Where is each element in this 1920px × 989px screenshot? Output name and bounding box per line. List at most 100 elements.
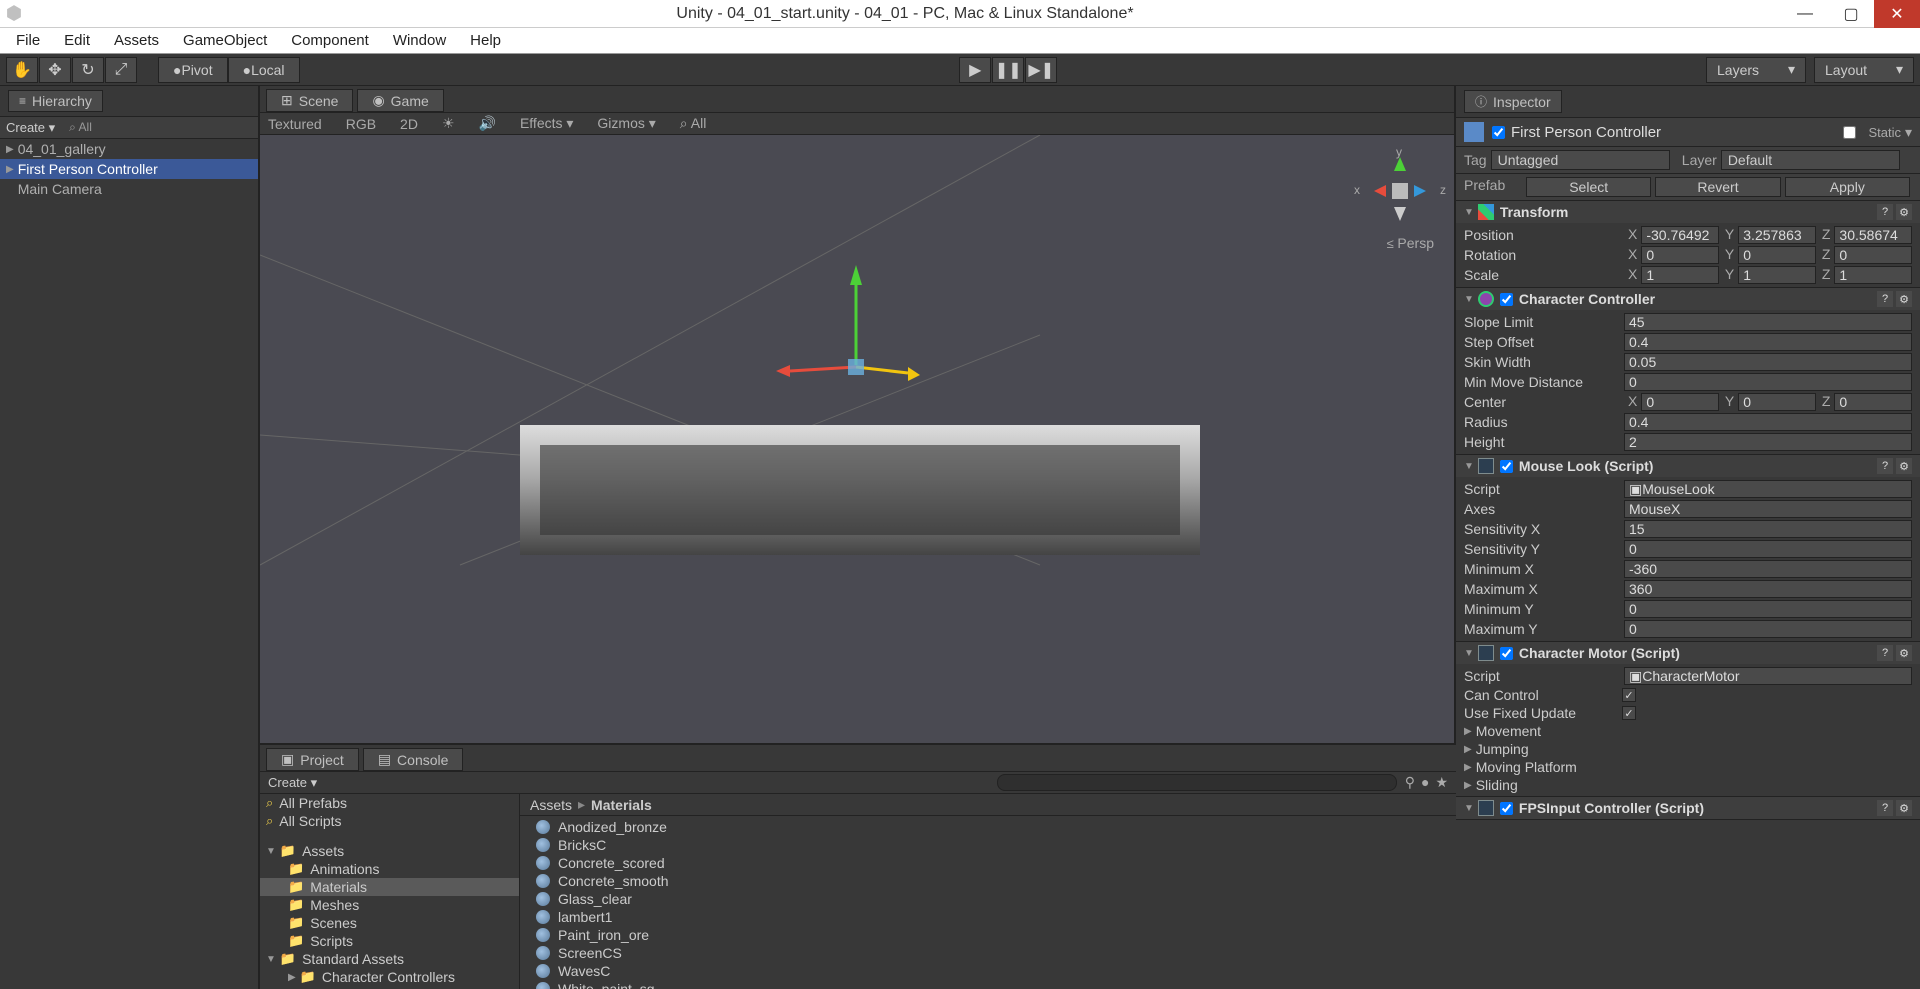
component-enabled-checkbox[interactable] xyxy=(1500,293,1513,306)
project-search-input[interactable] xyxy=(997,774,1397,791)
gizmos-dropdown[interactable]: Gizmos ▾ xyxy=(597,115,655,132)
skin-width-field[interactable]: 0.05 xyxy=(1624,353,1912,371)
effects-dropdown[interactable]: Effects ▾ xyxy=(520,115,573,132)
collapse-icon[interactable]: ▼ xyxy=(1464,803,1474,814)
close-button[interactable]: ✕ xyxy=(1874,0,1920,28)
pivot-toggle[interactable]: ● Pivot xyxy=(158,57,228,83)
folder-meshes[interactable]: 📁Meshes xyxy=(260,896,519,914)
rotation-y-field[interactable]: 0 xyxy=(1738,246,1816,264)
movement-foldout[interactable]: Movement xyxy=(1476,723,1541,739)
console-tab[interactable]: ▤Console xyxy=(363,748,464,771)
local-toggle[interactable]: ● Local xyxy=(228,57,300,83)
center-y-field[interactable]: 0 xyxy=(1738,393,1816,411)
scene-tab[interactable]: ⊞Scene xyxy=(266,89,353,112)
asset-item[interactable]: WavesC xyxy=(530,962,1446,980)
script-field[interactable]: ▣ MouseLook xyxy=(1624,480,1912,498)
gear-icon[interactable]: ⚙ xyxy=(1896,204,1912,220)
filter-prefabs[interactable]: ⌕All Prefabs xyxy=(260,794,519,812)
hierarchy-create-dropdown[interactable]: Create ▾ xyxy=(6,120,55,136)
help-icon[interactable]: ? xyxy=(1877,645,1893,661)
hierarchy-search[interactable]: ⌕ All xyxy=(69,120,92,135)
scale-tool-button[interactable]: ⤢ xyxy=(105,57,137,83)
can-control-checkbox[interactable]: ✓ xyxy=(1622,688,1636,702)
folder-materials[interactable]: 📁Materials xyxy=(260,878,519,896)
light-icon[interactable]: ☀ xyxy=(442,115,455,132)
menu-edit[interactable]: Edit xyxy=(52,28,102,53)
asset-item[interactable]: Glass_clear xyxy=(530,890,1446,908)
rotate-tool-button[interactable]: ↻ xyxy=(72,57,104,83)
collapse-icon[interactable]: ▼ xyxy=(1464,294,1474,305)
max-x-field[interactable]: 360 xyxy=(1624,580,1912,598)
scale-z-field[interactable]: 1 xyxy=(1834,266,1912,284)
audio-icon[interactable]: 🔊 xyxy=(479,115,496,132)
2d-toggle[interactable]: 2D xyxy=(400,116,418,132)
object-enabled-checkbox[interactable] xyxy=(1492,126,1505,139)
scale-x-field[interactable]: 1 xyxy=(1641,266,1719,284)
menu-help[interactable]: Help xyxy=(458,28,513,53)
radius-field[interactable]: 0.4 xyxy=(1624,413,1912,431)
gear-icon[interactable]: ⚙ xyxy=(1896,645,1912,661)
static-checkbox[interactable] xyxy=(1843,126,1856,139)
menu-window[interactable]: Window xyxy=(381,28,458,53)
scale-y-field[interactable]: 1 xyxy=(1738,266,1816,284)
expand-icon[interactable]: ▶ xyxy=(6,164,14,175)
help-icon[interactable]: ? xyxy=(1877,291,1893,307)
position-z-field[interactable]: 30.58674 xyxy=(1834,226,1912,244)
position-y-field[interactable]: 3.257863 xyxy=(1738,226,1816,244)
gear-icon[interactable]: ⚙ xyxy=(1896,800,1912,816)
search-filter-button[interactable]: ★ xyxy=(1435,774,1448,791)
layer-dropdown[interactable]: Default xyxy=(1721,150,1900,170)
min-y-field[interactable]: 0 xyxy=(1624,600,1912,618)
step-button[interactable]: ▶❚ xyxy=(1025,57,1057,83)
component-enabled-checkbox[interactable] xyxy=(1500,460,1513,473)
minimize-button[interactable]: — xyxy=(1782,0,1828,28)
folder-assets[interactable]: ▼📁Assets xyxy=(260,842,519,860)
inspector-tab[interactable]: ⓘInspector xyxy=(1464,90,1562,113)
folder-animations[interactable]: 📁Animations xyxy=(260,860,519,878)
menu-assets[interactable]: Assets xyxy=(102,28,171,53)
hierarchy-tab[interactable]: ≡Hierarchy xyxy=(8,90,103,112)
game-tab[interactable]: ◉Game xyxy=(357,89,443,112)
help-icon[interactable]: ? xyxy=(1877,800,1893,816)
render-mode-dropdown[interactable]: RGB xyxy=(346,116,376,132)
expand-icon[interactable]: ▶ xyxy=(6,144,14,155)
search-filter-button[interactable]: ● xyxy=(1421,774,1429,790)
filter-scripts[interactable]: ⌕All Scripts xyxy=(260,812,519,830)
gear-icon[interactable]: ⚙ xyxy=(1896,291,1912,307)
project-tab[interactable]: ▣Project xyxy=(266,748,359,771)
jumping-foldout[interactable]: Jumping xyxy=(1476,741,1529,757)
prefab-revert-button[interactable]: Revert xyxy=(1655,177,1780,197)
menu-file[interactable]: File xyxy=(4,28,52,53)
collapse-icon[interactable]: ▼ xyxy=(1464,207,1474,218)
sensitivity-y-field[interactable]: 0 xyxy=(1624,540,1912,558)
breadcrumb-assets[interactable]: Assets xyxy=(530,797,572,813)
script-field[interactable]: ▣ CharacterMotor xyxy=(1624,667,1912,685)
collapse-icon[interactable]: ▼ xyxy=(1464,648,1474,659)
min-x-field[interactable]: -360 xyxy=(1624,560,1912,578)
play-button[interactable]: ▶ xyxy=(959,57,991,83)
component-enabled-checkbox[interactable] xyxy=(1500,802,1513,815)
project-create-dropdown[interactable]: Create ▾ xyxy=(260,773,325,793)
layers-dropdown[interactable]: Layers▾ xyxy=(1706,57,1806,83)
help-icon[interactable]: ? xyxy=(1877,204,1893,220)
asset-item[interactable]: Paint_iron_ore xyxy=(530,926,1446,944)
help-icon[interactable]: ? xyxy=(1877,458,1893,474)
rotation-z-field[interactable]: 0 xyxy=(1834,246,1912,264)
asset-item[interactable]: BricksC xyxy=(530,836,1446,854)
asset-item[interactable]: Concrete_smooth xyxy=(530,872,1446,890)
gear-icon[interactable]: ⚙ xyxy=(1896,458,1912,474)
breadcrumb-materials[interactable]: Materials xyxy=(591,797,652,813)
asset-item[interactable]: White_paint_sg xyxy=(530,980,1446,989)
search-filter-button[interactable]: ⚲ xyxy=(1405,774,1415,791)
projection-label[interactable]: ≤ Persp xyxy=(1387,235,1434,251)
position-x-field[interactable]: -30.76492 xyxy=(1641,226,1719,244)
asset-item[interactable]: lambert1 xyxy=(530,908,1446,926)
orientation-gizmo[interactable]: y x z xyxy=(1360,149,1440,229)
hierarchy-item-camera[interactable]: ▶Main Camera xyxy=(0,179,258,199)
height-field[interactable]: 2 xyxy=(1624,433,1912,451)
tag-dropdown[interactable]: Untagged xyxy=(1491,150,1670,170)
maximize-button[interactable]: ▢ xyxy=(1828,0,1874,28)
move-tool-button[interactable]: ✥ xyxy=(39,57,71,83)
prefab-apply-button[interactable]: Apply xyxy=(1785,177,1910,197)
folder-scenes[interactable]: 📁Scenes xyxy=(260,914,519,932)
